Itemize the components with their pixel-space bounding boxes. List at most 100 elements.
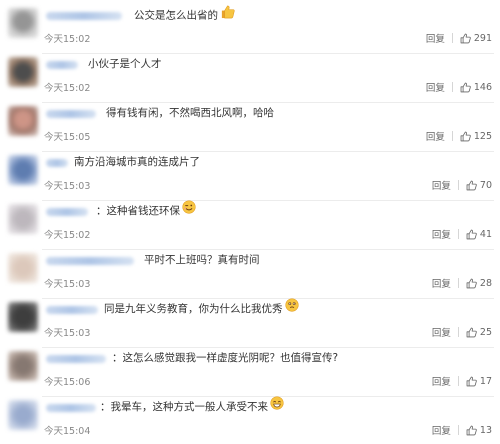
comment-text: 同是九年义务教育，你为什么比我优秀 xyxy=(104,298,299,317)
avatar[interactable] xyxy=(8,351,38,381)
username[interactable] xyxy=(46,208,88,216)
reply-button[interactable]: 回复 xyxy=(432,276,451,290)
avatar[interactable] xyxy=(8,400,38,430)
like-count: 146 xyxy=(473,81,492,93)
like-count: 70 xyxy=(479,179,492,191)
avatar[interactable] xyxy=(8,302,38,332)
username[interactable] xyxy=(46,404,96,412)
timestamp: 今天15:03 xyxy=(44,328,91,339)
like-button[interactable]: 17 xyxy=(466,376,492,387)
username[interactable] xyxy=(46,355,106,363)
comment-item: 得有钱有闲，不然喝西北风啊，哈哈 今天15:05 回复 125 xyxy=(0,100,500,152)
comment-text: 得有钱有闲，不然喝西北风啊，哈哈 xyxy=(106,105,274,121)
divider xyxy=(457,376,459,386)
username[interactable] xyxy=(46,159,68,167)
username[interactable] xyxy=(46,257,134,265)
wink-emoji xyxy=(182,200,196,219)
divider xyxy=(457,425,459,435)
avatar[interactable] xyxy=(8,155,38,185)
avatar[interactable] xyxy=(8,57,38,87)
comment-text: 南方沿海城市真的连成片了 xyxy=(74,154,200,170)
smirk-emoji xyxy=(284,298,299,317)
comment-body: 平时不上班吗？真有时间 xyxy=(144,254,260,266)
timestamp: 今天15:02 xyxy=(44,83,91,94)
reply-button[interactable]: 回复 xyxy=(426,31,445,45)
reply-button[interactable]: 回复 xyxy=(432,374,451,388)
comment-body: 南方沿海城市真的连成片了 xyxy=(74,156,200,168)
comment-actions: 回复 70 xyxy=(432,178,492,193)
comment-item: 南方沿海城市真的连成片了 今天15:03 回复 70 xyxy=(0,149,500,201)
like-button[interactable]: 28 xyxy=(466,278,492,289)
like-count: 13 xyxy=(479,424,492,436)
comment-body: ：这怎么感觉跟我一样虚度光阴呢？也值得宣传? xyxy=(112,352,339,364)
like-count: 41 xyxy=(479,228,492,240)
comment-text: 小伙子是个人才 xyxy=(88,56,162,72)
comment-body: 小伙子是个人才 xyxy=(88,58,162,70)
like-button[interactable]: 41 xyxy=(466,229,492,240)
thumb-up-outline-icon xyxy=(466,327,477,337)
like-count: 25 xyxy=(479,326,492,338)
like-button[interactable]: 25 xyxy=(466,327,492,338)
timestamp: 今天15:02 xyxy=(44,230,91,241)
comment-actions: 回复 146 xyxy=(426,80,492,95)
like-button[interactable]: 70 xyxy=(466,180,492,191)
thumb-up-outline-icon xyxy=(460,82,471,92)
comment-actions: 回复 25 xyxy=(432,325,492,340)
like-count: 125 xyxy=(473,130,492,142)
timestamp: 今天15:06 xyxy=(44,377,91,388)
thumb-up-outline-icon xyxy=(466,278,477,288)
divider xyxy=(457,327,459,337)
thumb-up-outline-icon xyxy=(460,131,471,141)
avatar[interactable] xyxy=(8,8,38,38)
username[interactable] xyxy=(46,61,78,69)
like-button[interactable]: 125 xyxy=(460,131,492,142)
like-button[interactable]: 291 xyxy=(460,33,492,44)
comment-item: 小伙子是个人才 今天15:02 回复 146 xyxy=(0,51,500,103)
timestamp: 今天15:03 xyxy=(44,279,91,290)
like-button[interactable]: 146 xyxy=(460,82,492,93)
like-count: 28 xyxy=(479,277,492,289)
avatar[interactable] xyxy=(8,253,38,283)
grin-emoji xyxy=(270,396,284,415)
reply-button[interactable]: 回复 xyxy=(426,129,445,143)
timestamp: 今天15:05 xyxy=(44,132,91,143)
reply-button[interactable]: 回复 xyxy=(432,423,451,437)
reply-button[interactable]: 回复 xyxy=(426,80,445,94)
comment-body: 得有钱有闲，不然喝西北风啊，哈哈 xyxy=(106,107,274,119)
comment-body: 公交是怎么出省的 xyxy=(134,9,218,22)
comment-actions: 回复 17 xyxy=(432,374,492,389)
avatar[interactable] xyxy=(8,204,38,234)
thumb-up-outline-icon xyxy=(466,180,477,190)
thumbs-up-emoji xyxy=(220,4,235,24)
comment-actions: 回复 125 xyxy=(426,129,492,144)
comment-body: ：我晕车，这种方式一般人承受不来 xyxy=(100,401,268,413)
comment-actions: 回复 291 xyxy=(426,31,492,46)
divider xyxy=(457,278,459,288)
comment-text: 平时不上班吗？真有时间 xyxy=(144,252,260,268)
like-button[interactable]: 13 xyxy=(466,425,492,436)
thumb-up-outline-icon xyxy=(466,229,477,239)
comment-body: 同是九年义务教育，你为什么比我优秀 xyxy=(104,303,283,315)
comment-text: ：这种省钱还环保 xyxy=(96,200,196,219)
comment-text: ：我晕车，这种方式一般人承受不来 xyxy=(100,396,284,415)
timestamp: 今天15:02 xyxy=(44,34,91,45)
divider xyxy=(457,229,459,239)
comment-actions: 回复 41 xyxy=(432,227,492,242)
comment-item: ：这种省钱还环保 今天15:02 回复 41 xyxy=(0,198,500,250)
comment-item: 同是九年义务教育，你为什么比我优秀 今天15:03 回复 25 xyxy=(0,296,500,348)
comment-actions: 回复 28 xyxy=(432,276,492,291)
username[interactable] xyxy=(46,306,98,314)
username[interactable] xyxy=(46,12,122,20)
divider xyxy=(457,180,459,190)
username[interactable] xyxy=(46,110,96,118)
thumb-up-outline-icon xyxy=(466,425,477,435)
comment-text: 公交是怎么出省的 xyxy=(134,4,235,24)
timestamp: 今天15:03 xyxy=(44,181,91,192)
comment-list: 公交是怎么出省的 今天15:02 回复 291 小伙子是个人才 今天15:02 … xyxy=(0,0,500,443)
reply-button[interactable]: 回复 xyxy=(432,227,451,241)
reply-button[interactable]: 回复 xyxy=(432,178,451,192)
comment-item: 平时不上班吗？真有时间 今天15:03 回复 28 xyxy=(0,247,500,299)
avatar[interactable] xyxy=(8,106,38,136)
comment-text: ：这怎么感觉跟我一样虚度光阴呢？也值得宣传? xyxy=(112,350,338,366)
reply-button[interactable]: 回复 xyxy=(432,325,451,339)
